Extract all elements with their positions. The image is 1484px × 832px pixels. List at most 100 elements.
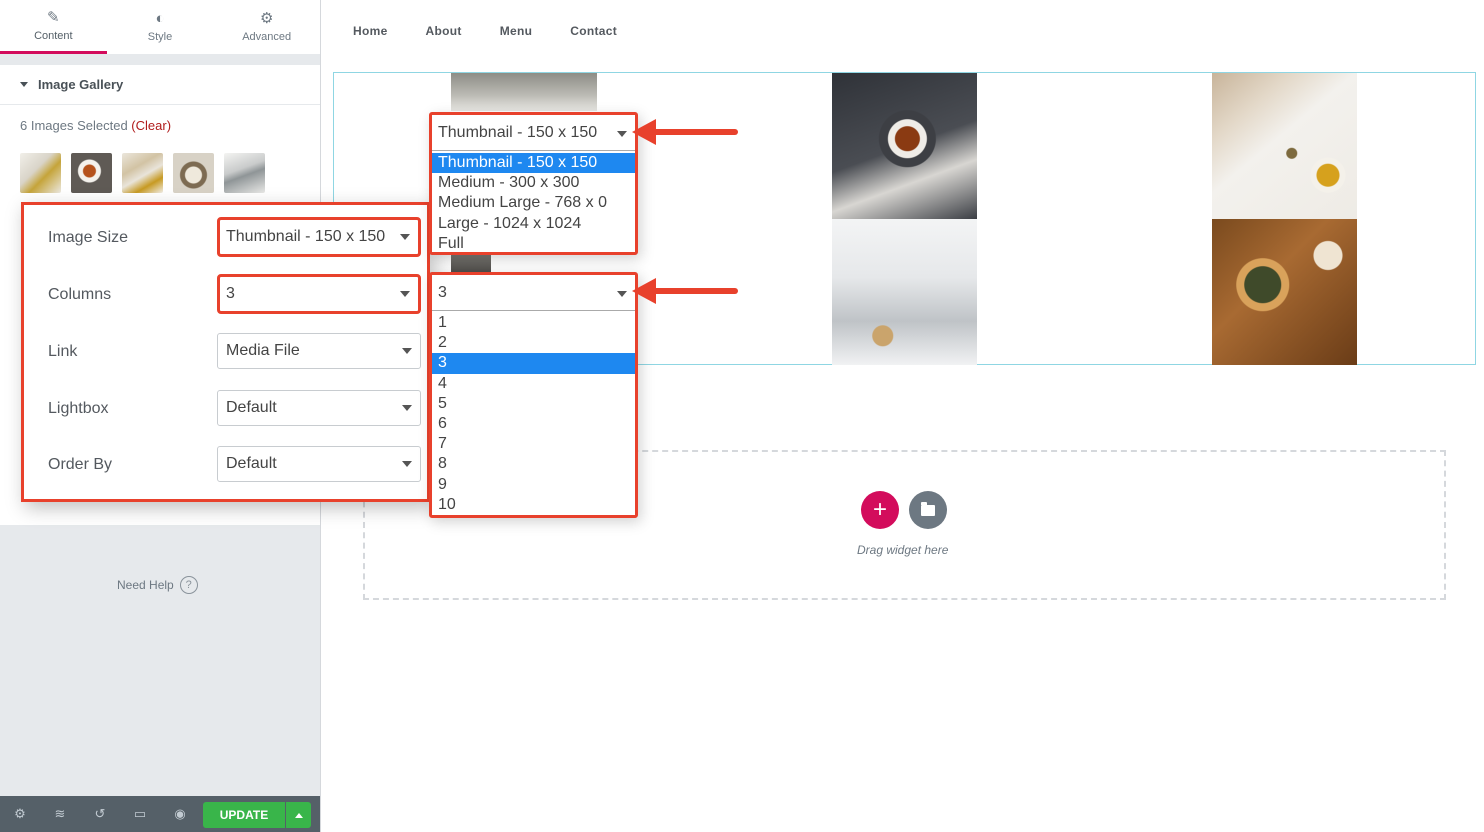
dropdown-option[interactable]: 1: [432, 313, 635, 333]
history-icon[interactable]: ↺: [80, 796, 120, 832]
image-size-select[interactable]: Thumbnail - 150 x 150: [217, 217, 421, 257]
annotation-arrow: [650, 129, 738, 135]
image-size-label: Image Size: [48, 229, 129, 246]
dropdown-option[interactable]: 6: [432, 414, 635, 434]
tab-label: Advanced: [242, 31, 292, 43]
lightbox-label: Lightbox: [48, 400, 109, 417]
columns-value: 3: [226, 285, 235, 302]
layers-icon[interactable]: ≋: [40, 796, 80, 832]
dropdown-option[interactable]: Large - 1024 x 1024: [432, 214, 635, 234]
arrow-left-icon: [632, 278, 656, 304]
thumbnail-image[interactable]: [122, 153, 163, 193]
columns-dropdown[interactable]: 3 1 2 3 4 5 6 7 8 9 10: [429, 272, 638, 518]
chevron-down-icon: [402, 348, 412, 354]
divider: [0, 54, 320, 65]
dropdown-option[interactable]: 9: [432, 475, 635, 495]
dropdown-option[interactable]: 3: [432, 353, 635, 374]
chevron-down-icon: [400, 291, 410, 297]
section-title: Image Gallery: [38, 77, 124, 92]
caret-down-icon: [20, 82, 28, 87]
images-selected-text: 6 Images Selected (Clear): [20, 118, 171, 133]
add-section-button[interactable]: +: [861, 491, 899, 529]
need-help-link[interactable]: Need Help ?: [117, 576, 198, 594]
order-by-value: Default: [226, 455, 277, 472]
dropdown-option[interactable]: Medium Large - 768 x 0: [432, 193, 635, 213]
gallery-image[interactable]: [1212, 219, 1357, 365]
tab-advanced[interactable]: ⚙ Advanced: [213, 0, 320, 54]
lightbox-select[interactable]: Default: [217, 390, 421, 426]
nav-menu[interactable]: Menu: [500, 24, 533, 38]
gallery-image[interactable]: [1212, 73, 1357, 219]
question-icon: ?: [179, 576, 198, 594]
preview-eye-icon[interactable]: ◉: [160, 796, 200, 832]
dropdown-option[interactable]: 5: [432, 394, 635, 414]
tab-label: Style: [147, 31, 173, 43]
thumbnail-image[interactable]: [173, 153, 214, 193]
thumbnail-image[interactable]: [20, 153, 61, 193]
caret-up-icon: [294, 812, 303, 818]
folder-icon: [921, 501, 935, 516]
image-size-value: Thumbnail - 150 x 150: [226, 228, 386, 245]
gallery-image[interactable]: [832, 73, 977, 219]
thumbnail-image[interactable]: [71, 153, 112, 193]
dropdown-option[interactable]: 4: [432, 374, 635, 394]
gallery-image[interactable]: [832, 219, 977, 365]
dropdown-current-value: 3: [438, 283, 447, 301]
tab-style[interactable]: ◐ Style: [107, 0, 214, 54]
columns-options: 1 2 3 4 5 6 7 8 9 10: [432, 313, 635, 515]
half-circle-icon: ◐: [155, 10, 165, 27]
selected-count: 6 Images Selected: [20, 118, 132, 133]
gallery-image[interactable]: [451, 253, 491, 273]
tab-label: Content: [34, 29, 73, 42]
lightbox-value: Default: [226, 399, 277, 416]
columns-select[interactable]: 3: [217, 274, 421, 314]
dropdown-option[interactable]: 2: [432, 333, 635, 353]
tab-content[interactable]: ✎ Content: [0, 0, 107, 54]
update-button[interactable]: UPDATE: [203, 802, 285, 828]
columns-dropdown-current[interactable]: 3: [432, 275, 635, 311]
chevron-down-icon: [617, 131, 627, 137]
gallery-image[interactable]: [451, 73, 597, 111]
link-value: Media File: [226, 342, 300, 359]
dropdown-option[interactable]: Medium - 300 x 300: [432, 173, 635, 193]
dropdown-option[interactable]: 7: [432, 434, 635, 454]
link-select[interactable]: Media File: [217, 333, 421, 369]
pencil-icon: ✎: [47, 8, 60, 26]
need-help-label: Need Help: [117, 578, 174, 592]
drag-widget-text: Drag widget here: [857, 543, 949, 557]
nav-home[interactable]: Home: [353, 24, 388, 38]
zoomed-controls-callout: Image Size Thumbnail - 150 x 150 Columns…: [21, 202, 430, 502]
chevron-down-icon: [400, 234, 410, 240]
dropdown-option[interactable]: Full: [432, 234, 635, 254]
nav-contact[interactable]: Contact: [570, 24, 617, 38]
panel-tabs: ✎ Content ◐ Style ⚙ Advanced: [0, 0, 320, 54]
section-header-image-gallery[interactable]: Image Gallery: [0, 65, 320, 105]
settings-icon[interactable]: ⚙: [0, 796, 40, 832]
responsive-desktop-icon[interactable]: ▭: [120, 796, 160, 832]
order-by-select[interactable]: Default: [217, 446, 421, 482]
selected-thumbnails[interactable]: [20, 153, 265, 193]
nav-about[interactable]: About: [426, 24, 462, 38]
template-library-button[interactable]: [909, 491, 947, 529]
dropdown-option[interactable]: 10: [432, 495, 635, 515]
annotation-arrow: [650, 288, 738, 294]
dropdown-current-value: Thumbnail - 150 x 150: [438, 123, 598, 141]
update-options-button[interactable]: [286, 802, 311, 828]
image-size-options: Thumbnail - 150 x 150 Medium - 300 x 300…: [432, 153, 635, 254]
order-by-label: Order By: [48, 456, 113, 473]
thumbnail-image[interactable]: [224, 153, 265, 193]
dropdown-option[interactable]: Thumbnail - 150 x 150: [432, 153, 635, 174]
chevron-down-icon: [402, 405, 412, 411]
dropdown-option[interactable]: 8: [432, 454, 635, 474]
chevron-down-icon: [617, 291, 627, 297]
columns-label: Columns: [48, 286, 112, 303]
clear-link[interactable]: (Clear): [131, 118, 171, 133]
chevron-down-icon: [402, 461, 412, 467]
link-label: Link: [48, 343, 78, 360]
image-size-dropdown-current[interactable]: Thumbnail - 150 x 150: [432, 115, 635, 151]
image-size-dropdown[interactable]: Thumbnail - 150 x 150 Thumbnail - 150 x …: [429, 112, 638, 255]
arrow-left-icon: [632, 119, 656, 145]
gear-icon: ⚙: [259, 10, 274, 27]
site-nav: Home About Menu Contact: [353, 24, 617, 38]
panel-footer: ⚙ ≋ ↺ ▭ ◉ UPDATE: [0, 796, 320, 832]
